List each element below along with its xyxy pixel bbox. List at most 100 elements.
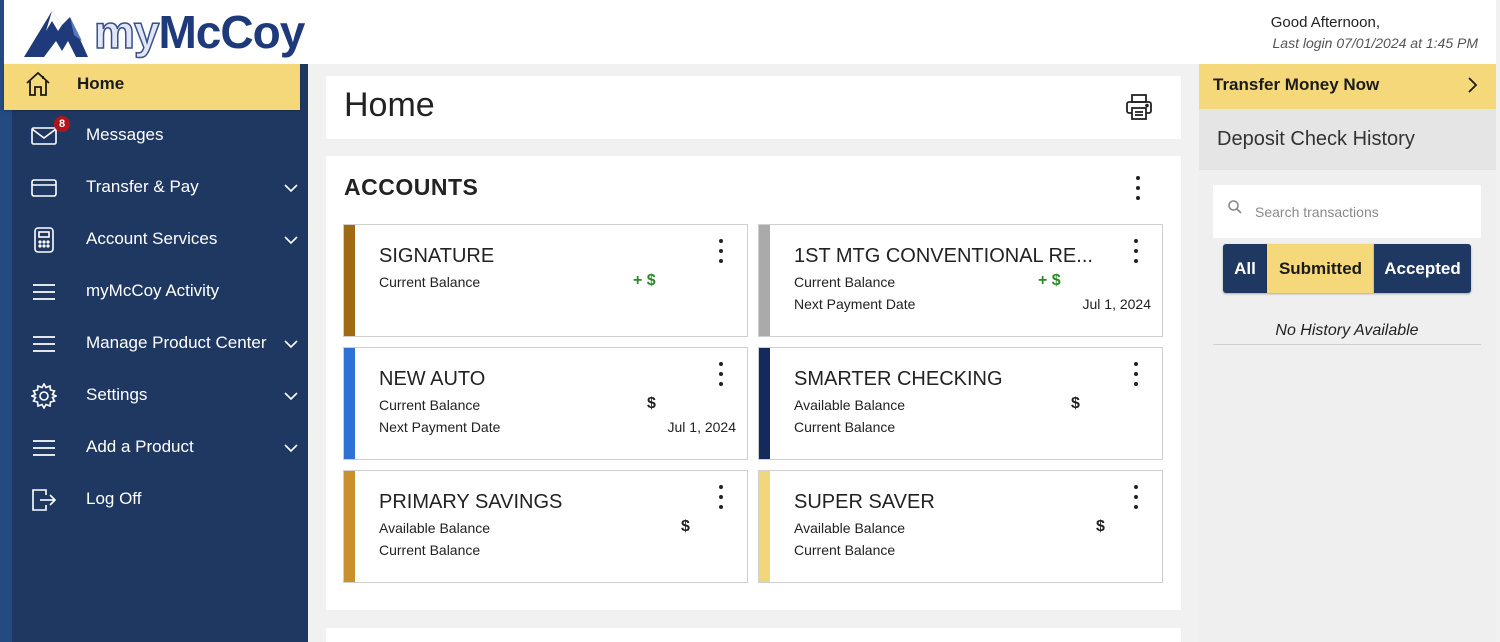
- account-color-stripe: [759, 471, 770, 582]
- account-color-stripe: [759, 225, 770, 336]
- account-more-icon[interactable]: [1126, 237, 1146, 265]
- menu-icon: [30, 278, 58, 306]
- account-name: SUPER SAVER: [794, 491, 935, 513]
- print-icon[interactable]: [1125, 93, 1153, 126]
- account-row2-label: Next Payment Date: [794, 296, 916, 312]
- sidebar-item-add-a-product[interactable]: Add a Product: [12, 422, 308, 474]
- sidebar-item-account-services[interactable]: Account Services: [12, 214, 308, 266]
- account-color-stripe: [344, 348, 355, 459]
- search-transactions-box[interactable]: [1213, 185, 1481, 238]
- chevron-down-icon[interactable]: [284, 336, 298, 354]
- filter-all-button[interactable]: All: [1223, 244, 1267, 293]
- top-header: myMcCoy Good Afternoon, Last login 07/01…: [4, 0, 1496, 64]
- accounts-more-icon[interactable]: [1128, 174, 1148, 202]
- menu-icon: [30, 330, 58, 358]
- account-row2-value: Jul 1, 2024: [667, 419, 737, 435]
- gear-icon: [30, 382, 58, 410]
- accounts-card: ACCOUNTS SIGNATURE Current Balance + $ 1…: [326, 156, 1181, 610]
- account-card-1st-mtg[interactable]: 1ST MTG CONVENTIONAL RE... Current Balan…: [758, 224, 1163, 337]
- accounts-heading: ACCOUNTS: [344, 174, 479, 200]
- account-row1-label: Current Balance: [379, 397, 481, 413]
- account-name: PRIMARY SAVINGS: [379, 491, 563, 513]
- account-name: SMARTER CHECKING: [794, 368, 1003, 390]
- account-card-smarter-checking[interactable]: SMARTER CHECKING Available Balance $ Cur…: [758, 347, 1163, 460]
- account-card-signature[interactable]: SIGNATURE Current Balance + $: [343, 224, 748, 337]
- sidebar-item-transfer-pay[interactable]: Transfer & Pay: [12, 162, 308, 214]
- deposit-history-panel: [1199, 170, 1496, 642]
- sidebar-item-label: Settings: [86, 385, 148, 404]
- account-row1-amount: + $: [1038, 272, 1061, 289]
- sidebar-item-home[interactable]: Home: [4, 64, 300, 110]
- sidebar-item-label: Transfer & Pay: [86, 177, 199, 196]
- account-row2-label: Next Payment Date: [379, 419, 501, 435]
- sidebar-item-messages[interactable]: 8 Messages: [12, 110, 308, 162]
- account-row1-amount: $: [647, 395, 656, 412]
- account-color-stripe: [344, 225, 355, 336]
- card-icon: [30, 174, 58, 202]
- sidebar-item-label: Add a Product: [86, 437, 194, 456]
- account-row2-label: Current Balance: [794, 419, 896, 435]
- transfer-money-now-button[interactable]: Transfer Money Now: [1199, 64, 1496, 109]
- page-title: Home: [344, 86, 435, 124]
- search-transactions-input[interactable]: [1255, 201, 1465, 223]
- account-color-stripe: [344, 471, 355, 582]
- chevron-down-icon[interactable]: [284, 440, 298, 458]
- deposit-check-history-title: Deposit Check History: [1217, 128, 1415, 150]
- page-title-card: Home: [326, 76, 1181, 139]
- sidebar-item-mymccoy-activity[interactable]: myMcCoy Activity: [12, 266, 308, 318]
- transfer-money-label: Transfer Money Now: [1213, 75, 1380, 94]
- account-row1-amount: $: [1071, 395, 1080, 412]
- account-name: SIGNATURE: [379, 245, 495, 267]
- search-icon: [1227, 199, 1243, 220]
- divider: [1213, 344, 1481, 345]
- account-card-primary-savings[interactable]: PRIMARY SAVINGS Available Balance $ Curr…: [343, 470, 748, 583]
- logo-my-text: my: [93, 6, 160, 58]
- account-row1-amount: $: [1096, 518, 1105, 535]
- messages-badge: 8: [54, 116, 70, 132]
- menu-icon: [30, 434, 58, 462]
- account-more-icon[interactable]: [711, 237, 731, 265]
- logout-icon: [30, 486, 58, 514]
- account-row2-label: Current Balance: [379, 542, 481, 558]
- account-row1-label: Current Balance: [794, 274, 896, 290]
- last-login: Last login 07/01/2024 at 1:45 PM: [1272, 35, 1478, 51]
- account-row2-value: Jul 1, 2024: [1082, 296, 1152, 312]
- account-name: NEW AUTO: [379, 368, 486, 390]
- logo-mccoy-text: McCoy: [158, 6, 305, 58]
- home-icon: [24, 70, 52, 103]
- chevron-down-icon[interactable]: [284, 180, 298, 198]
- account-row1-label: Available Balance: [379, 520, 491, 536]
- account-row2-label: Current Balance: [794, 542, 896, 558]
- chevron-down-icon[interactable]: [284, 232, 298, 250]
- sidebar-item-settings[interactable]: Settings: [12, 370, 308, 422]
- account-card-new-auto[interactable]: NEW AUTO Current Balance $ Next Payment …: [343, 347, 748, 460]
- chevron-right-icon: [1468, 77, 1478, 98]
- calculator-icon: [30, 226, 58, 254]
- filter-submitted-button[interactable]: Submitted: [1267, 244, 1374, 293]
- sidebar-item-label: Home: [77, 74, 125, 93]
- account-name: 1ST MTG CONVENTIONAL RE...: [794, 245, 1093, 267]
- sidebar-item-label: Log Off: [86, 489, 142, 508]
- account-more-icon[interactable]: [711, 360, 731, 388]
- sidebar-item-label: Account Services: [86, 229, 218, 248]
- account-card-super-saver[interactable]: SUPER SAVER Available Balance $ Current …: [758, 470, 1163, 583]
- account-row1-label: Current Balance: [379, 274, 481, 290]
- chevron-down-icon[interactable]: [284, 388, 298, 406]
- filter-accepted-button[interactable]: Accepted: [1374, 244, 1471, 293]
- no-history-message: No History Available: [1275, 322, 1419, 339]
- mymccoy-logo[interactable]: myMcCoy: [22, 4, 305, 60]
- mountain-logo-icon: [24, 11, 88, 57]
- sidebar-item-manage-product-center[interactable]: Manage Product Center: [12, 318, 308, 370]
- greeting: Good Afternoon,: [1270, 14, 1380, 31]
- sidebar-item-label: Messages: [86, 125, 164, 144]
- account-more-icon[interactable]: [1126, 360, 1146, 388]
- account-more-icon[interactable]: [711, 483, 731, 511]
- account-more-icon[interactable]: [1126, 483, 1146, 511]
- account-color-stripe: [759, 348, 770, 459]
- next-section-card: [326, 628, 1181, 642]
- sidebar-item-label: Manage Product Center: [86, 333, 267, 352]
- sidebar-item-log-off[interactable]: Log Off: [12, 474, 308, 526]
- sidebar-item-label: myMcCoy Activity: [86, 281, 220, 300]
- account-row1-label: Available Balance: [794, 520, 906, 536]
- account-row1-amount: $: [681, 518, 690, 535]
